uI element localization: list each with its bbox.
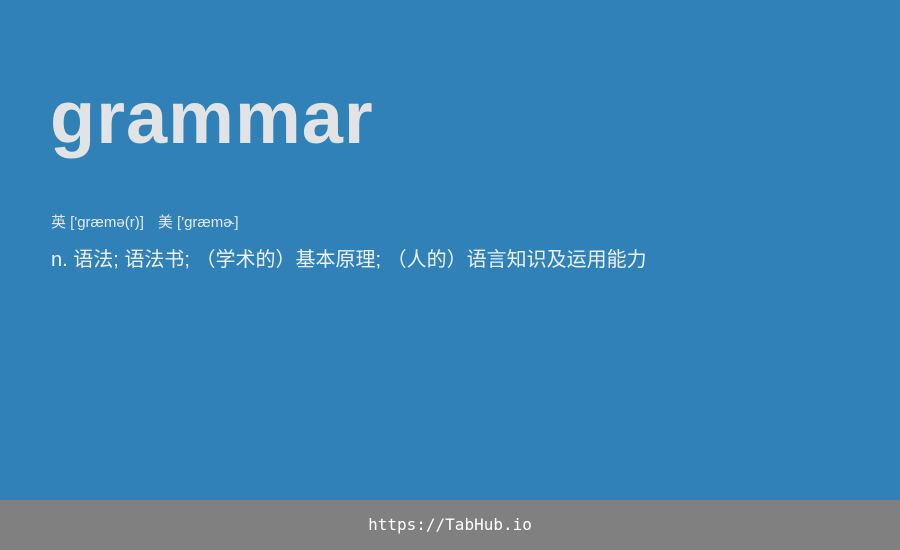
us-pronunciation: 美 ['ɡræmɚ]	[157, 214, 239, 231]
tabhub-link[interactable]: https://TabHub.io	[368, 515, 532, 535]
headword: grammar	[50, 76, 374, 159]
uk-pronunciation: 英 ['ɡræmə(r)]	[51, 214, 144, 231]
dictionary-card: grammar 英 ['ɡræmə(r)] 美 ['ɡræmɚ] n. 语法; 语…	[0, 0, 900, 500]
footer-bar: https://TabHub.io	[0, 500, 900, 550]
pronunciation-line: 英 ['ɡræmə(r)] 美 ['ɡræmɚ]	[51, 212, 239, 234]
definition-text: n. 语法; 语法书; （学术的）基本原理; （人的）语言知识及运用能力	[51, 249, 647, 271]
